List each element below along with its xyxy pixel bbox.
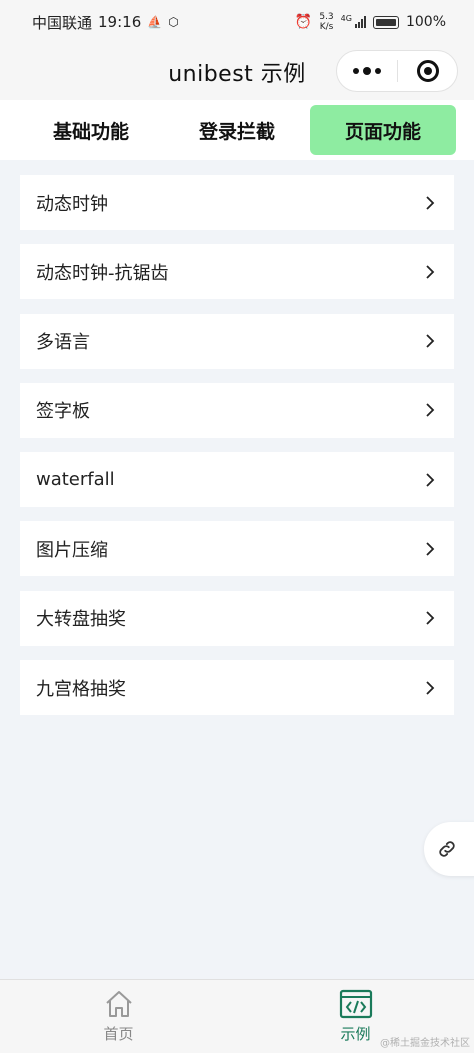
list-item-label: waterfall bbox=[36, 469, 115, 491]
watermark: @稀土掘金技术社区 bbox=[380, 1038, 470, 1049]
home-icon bbox=[105, 991, 132, 1017]
list-item-label: 动态时钟 bbox=[36, 193, 108, 215]
chevron-right-icon bbox=[426, 473, 435, 487]
tab-page-features[interactable]: 页面功能 bbox=[310, 105, 456, 155]
list-item[interactable]: 多语言 bbox=[20, 313, 454, 369]
tab-bar: 基础功能 登录拦截 页面功能 bbox=[0, 100, 474, 160]
more-button[interactable] bbox=[337, 51, 397, 91]
tabbar-item-home[interactable]: 首页 bbox=[0, 980, 237, 1053]
chevron-right-icon bbox=[426, 611, 435, 625]
list-item[interactable]: waterfall bbox=[20, 452, 454, 508]
battery-level: 100% bbox=[405, 14, 446, 30]
list-item-label: 图片压缩 bbox=[36, 539, 108, 561]
tab-login-intercept[interactable]: 登录拦截 bbox=[164, 105, 310, 155]
network-speed: 5.3 K/s bbox=[319, 12, 334, 32]
chevron-right-icon bbox=[426, 265, 435, 279]
list-item-label: 大转盘抽奖 bbox=[36, 609, 126, 631]
list-item[interactable]: 九宫格抽奖 bbox=[20, 660, 454, 716]
list-item[interactable]: 动态时钟 bbox=[20, 175, 454, 230]
alarm-icon: ⏰ bbox=[294, 14, 313, 30]
list-item[interactable]: 签字板 bbox=[20, 382, 454, 438]
code-icon bbox=[339, 989, 372, 1019]
close-button[interactable] bbox=[398, 51, 457, 91]
list-item-label: 签字板 bbox=[36, 401, 90, 423]
notification-icon: ⛵ bbox=[147, 15, 163, 29]
chevron-right-icon bbox=[426, 542, 435, 556]
target-icon bbox=[416, 60, 439, 82]
page-title: unibest 示例 bbox=[168, 62, 306, 87]
clock: 19:16 bbox=[98, 13, 142, 31]
signal-icon bbox=[354, 16, 366, 28]
app-notify-icon: ⬡ bbox=[168, 15, 179, 29]
miniprogram-capsule bbox=[336, 50, 458, 92]
navigation-bar: unibest 示例 bbox=[0, 44, 474, 100]
list-item-label: 多语言 bbox=[36, 332, 90, 354]
chevron-right-icon bbox=[426, 403, 435, 418]
chevron-right-icon bbox=[426, 680, 435, 695]
battery-icon bbox=[372, 15, 399, 29]
carrier: 中国联通 bbox=[32, 13, 93, 32]
tab-basic[interactable]: 基础功能 bbox=[18, 105, 164, 155]
more-icon bbox=[353, 68, 359, 74]
tabbar-label: 示例 bbox=[340, 1025, 371, 1043]
status-bar: 中国联通 19:16 ⛵ ⬡ ⏰ 5.3 K/s 4G 100% bbox=[0, 0, 474, 44]
link-icon bbox=[439, 841, 455, 857]
chevron-right-icon bbox=[426, 195, 435, 210]
list-item-label: 九宫格抽奖 bbox=[36, 678, 126, 700]
network-type: 4G bbox=[340, 14, 352, 23]
list-item[interactable]: 动态时钟-抗锯齿 bbox=[20, 244, 454, 300]
feature-list: 动态时钟 动态时钟-抗锯齿 多语言 签字板 waterfall 图片压缩 大转盘… bbox=[20, 175, 454, 729]
list-item-label: 动态时钟-抗锯齿 bbox=[36, 262, 169, 284]
chevron-right-icon bbox=[426, 334, 435, 348]
list-item[interactable]: 图片压缩 bbox=[20, 521, 454, 577]
floating-link-button[interactable] bbox=[424, 822, 474, 876]
list-item[interactable]: 大转盘抽奖 bbox=[20, 590, 454, 646]
tabbar-label: 首页 bbox=[103, 1025, 134, 1043]
